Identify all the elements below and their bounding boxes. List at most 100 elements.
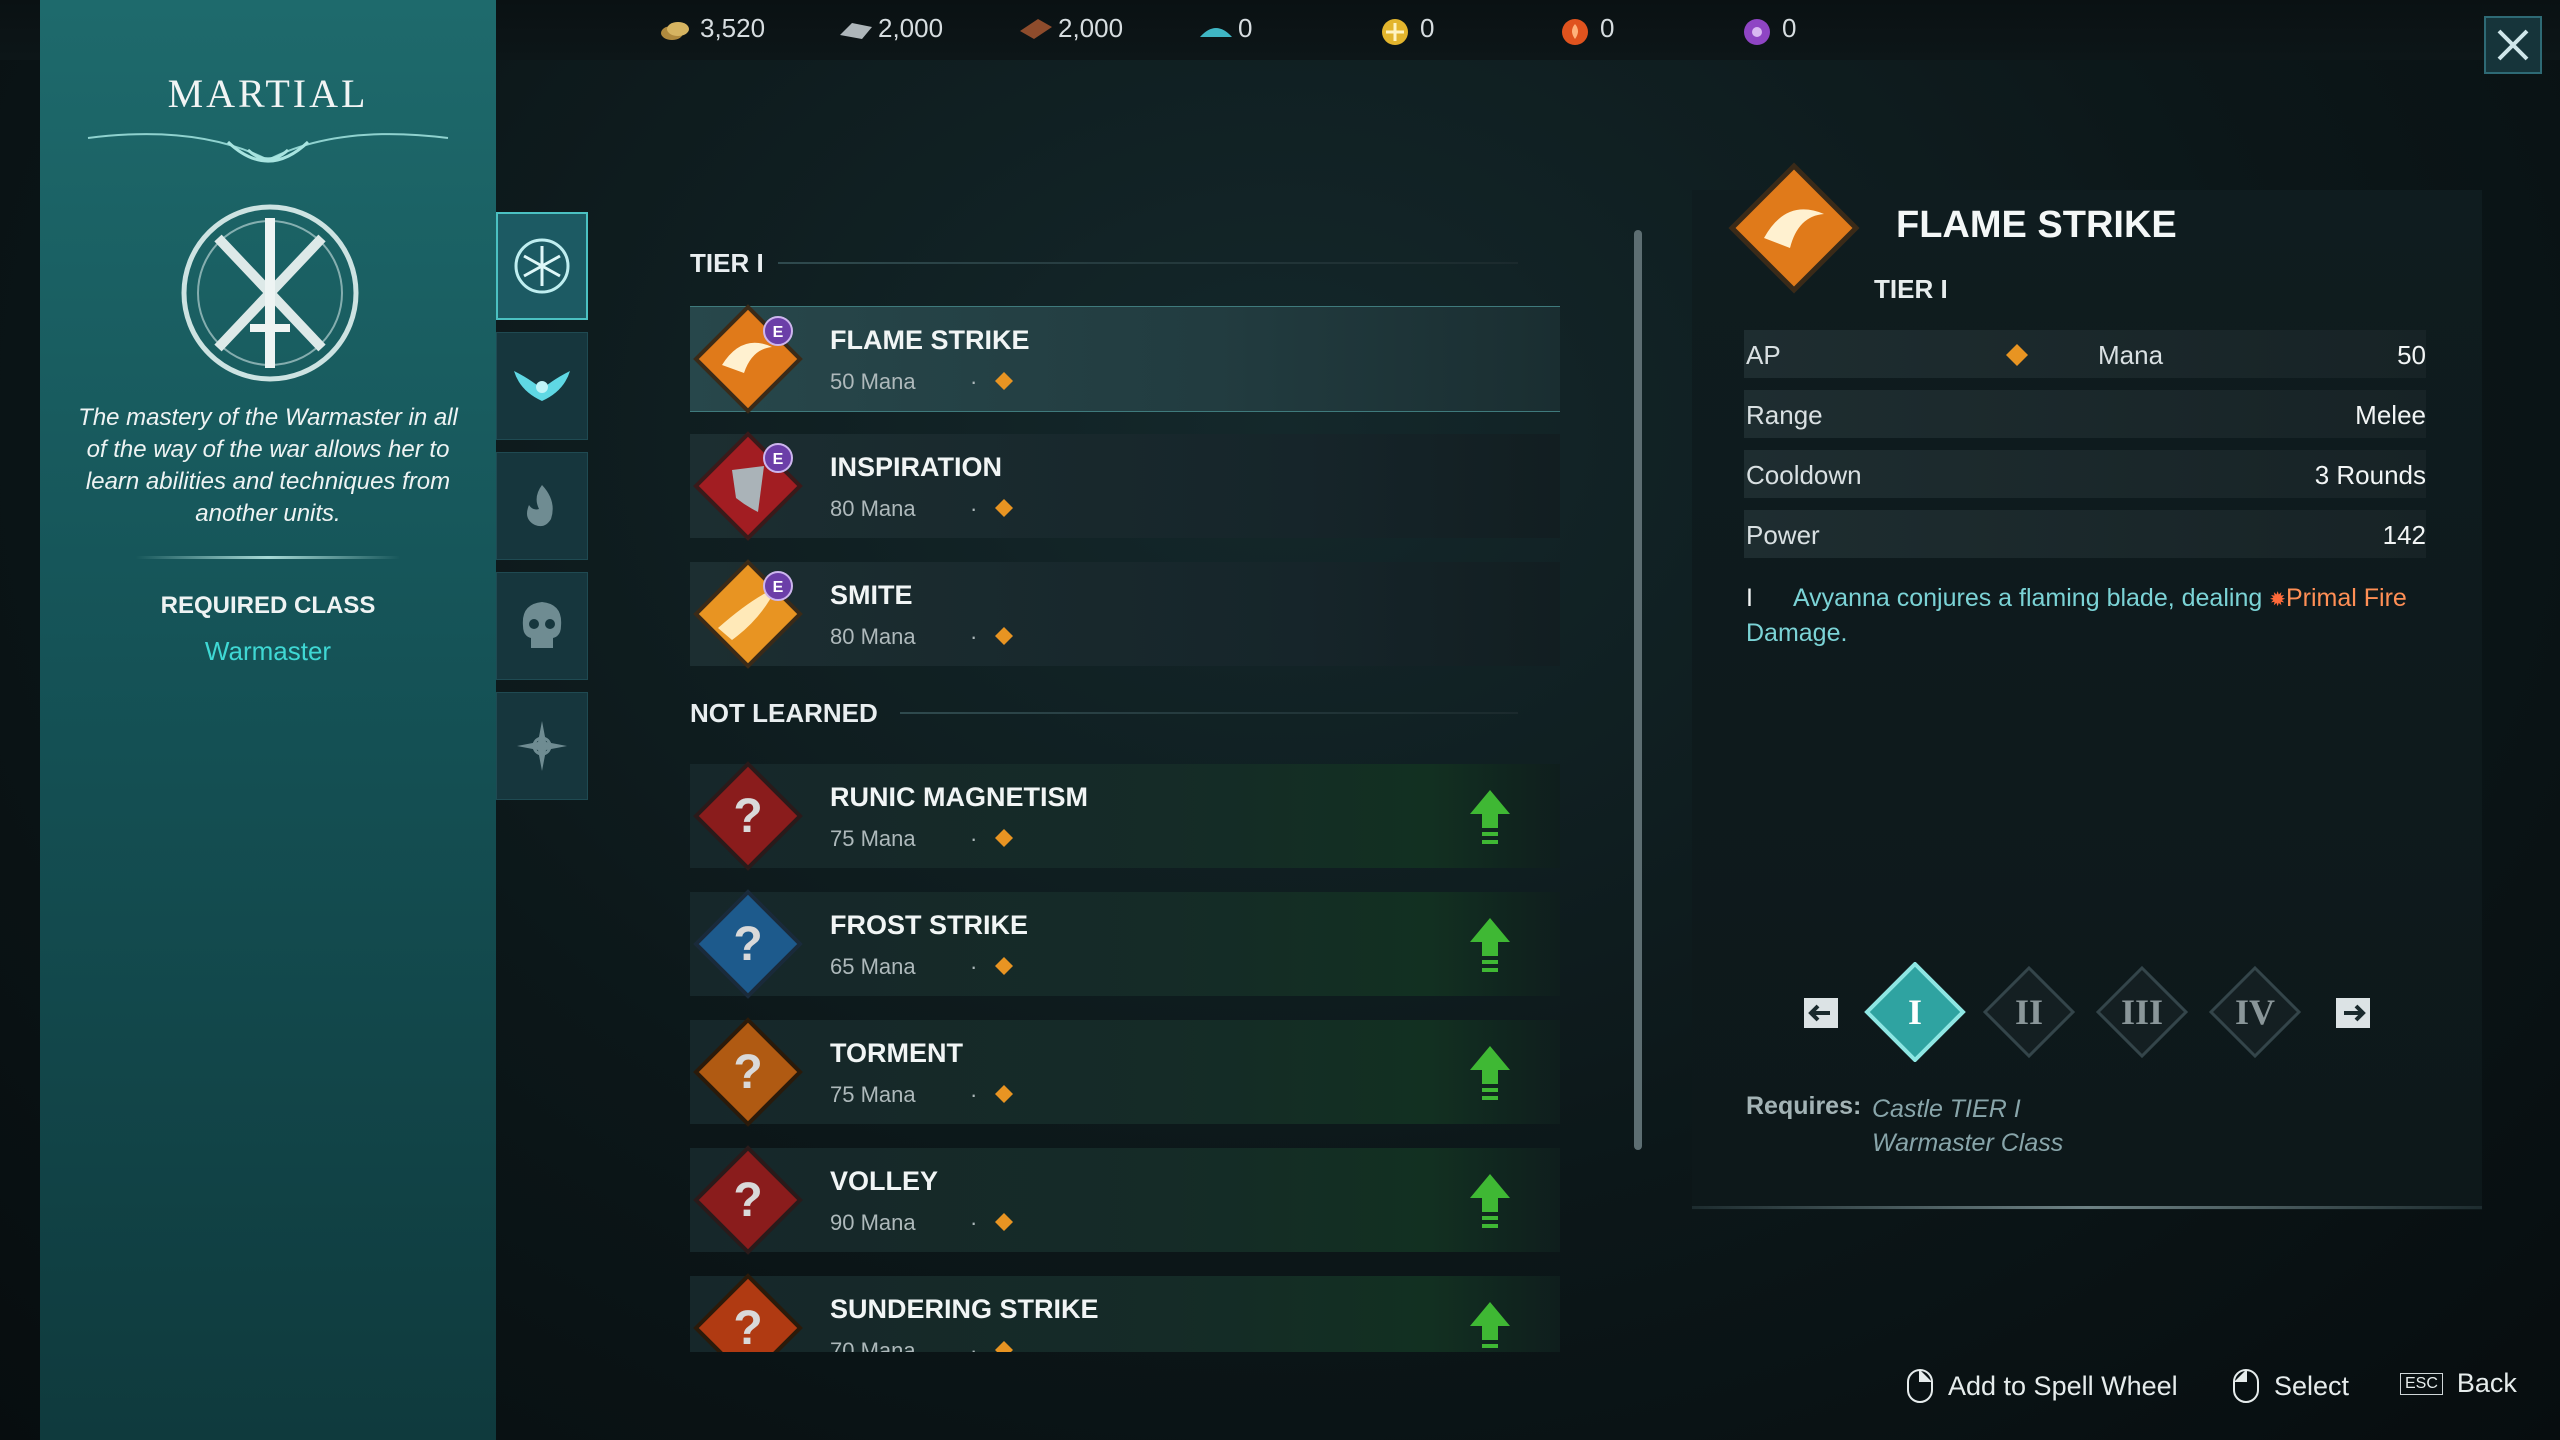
locked-spell-icon: ? — [693, 889, 803, 999]
star-burst-icon — [517, 721, 567, 771]
equipped-badge: E — [773, 324, 784, 341]
action-point-icon — [995, 499, 1013, 517]
separator-dot: · — [970, 1082, 978, 1107]
separator-dot: · — [970, 496, 978, 521]
spell-name: FROST STRIKE — [830, 910, 1029, 940]
school-panel: MARTIAL The mastery of the Warmaster in … — [40, 0, 496, 1440]
spell-mana: 65 Mana — [830, 954, 916, 979]
description-marker: I — [1746, 584, 1753, 612]
stat-row-cooldown: Cooldown 3 Rounds — [1744, 450, 2426, 498]
hint-label: Select — [2274, 1370, 2350, 1401]
tier-button-iii[interactable]: III — [2095, 965, 2189, 1059]
flame-icon — [527, 485, 553, 527]
tab-death[interactable] — [496, 572, 588, 680]
hint-add-to-spell-wheel[interactable]: Add to Spell Wheel — [1906, 1368, 2178, 1404]
stat-row-power: Power 142 — [1744, 510, 2426, 558]
spell-mana: 80 Mana — [830, 624, 916, 649]
tier-button-ii[interactable]: II — [1982, 965, 2076, 1059]
section-not-learned-label: NOT LEARNED — [690, 698, 878, 728]
snowflake-icon — [514, 238, 570, 294]
currency-gold: 3,520 — [660, 10, 765, 46]
spell-detail-tier: TIER I — [1874, 274, 1948, 304]
separator-dot: · — [970, 624, 978, 649]
separator-dot: · — [970, 1210, 978, 1235]
currency-void-value: 0 — [1782, 12, 1797, 43]
tier-button-i[interactable]: I — [1864, 962, 1966, 1062]
svg-text:?: ? — [733, 1046, 762, 1099]
currency-wood: 2,000 — [1018, 10, 1123, 46]
locked-spell-icon: ? — [693, 1145, 803, 1255]
school-description: The mastery of the Warmaster in all of t… — [78, 404, 458, 527]
currency-holy-value: 0 — [1420, 12, 1435, 43]
spell-row-runic-magnetism[interactable]: ? RUNIC MAGNETISM 75 Mana · — [690, 761, 1560, 871]
spell-row-inspiration[interactable]: E INSPIRATION 80 Mana · — [690, 431, 1560, 541]
tab-arcane[interactable] — [496, 692, 588, 800]
section-tier-label: TIER I — [690, 248, 764, 278]
spell-row-sundering-strike[interactable]: ? SUNDERING STRIKE 70 Mana · — [690, 1273, 1560, 1352]
spell-name: VOLLEY — [830, 1166, 939, 1196]
svg-text:?: ? — [733, 1174, 762, 1227]
hint-back[interactable]: ESC Back — [2400, 1368, 2517, 1399]
currency-gold-value: 3,520 — [700, 12, 766, 43]
action-point-icon — [995, 627, 1013, 645]
mouse-left-icon — [2233, 1369, 2259, 1403]
power-label: Power — [1746, 520, 1820, 550]
tab-divine[interactable] — [496, 332, 588, 440]
stat-row-range: Range Melee — [1744, 390, 2426, 438]
tab-frost[interactable] — [496, 212, 588, 320]
tab-fire[interactable] — [496, 452, 588, 560]
action-point-icon — [995, 957, 1013, 975]
upgrade-arrow-icon[interactable] — [1470, 1046, 1510, 1102]
upgrade-arrow-icon[interactable] — [1470, 790, 1510, 846]
locked-spell-icon: ? — [693, 761, 803, 871]
locked-spell-icon: ? — [693, 1273, 803, 1352]
tier-button-iv[interactable]: IV — [2208, 965, 2302, 1059]
prev-tier-button[interactable] — [1804, 998, 1838, 1028]
spell-name: RUNIC MAGNETISM — [830, 782, 1088, 812]
close-button[interactable] — [2484, 16, 2542, 74]
spell-row-frost-strike[interactable]: ? FROST STRIKE 65 Mana · — [690, 889, 1560, 999]
void-essence-icon — [1742, 17, 1772, 45]
tier-label: IV — [2235, 992, 2275, 1032]
spell-row-volley[interactable]: ? VOLLEY 90 Mana · — [690, 1145, 1560, 1255]
action-point-icon — [995, 1341, 1013, 1352]
inspiration-icon: E — [693, 431, 803, 541]
martial-emblem-icon — [181, 204, 359, 382]
currency-void: 0 — [1742, 10, 1796, 46]
ornament-divider-icon — [87, 133, 449, 163]
upgrade-arrow-icon[interactable] — [1470, 918, 1510, 974]
requires-line-1: Castle TIER I — [1872, 1095, 2021, 1123]
required-class-label: REQUIRED CLASS — [160, 592, 376, 619]
upgrade-arrow-icon[interactable] — [1470, 1302, 1510, 1352]
mana-value: 50 — [2397, 340, 2426, 370]
spell-list: TIER I E FLAME STRIKE 50 Mana · E INSPIR… — [648, 222, 1628, 1352]
action-point-icon — [995, 829, 1013, 847]
spell-detail-title: FLAME STRIKE — [1896, 204, 2177, 246]
action-point-icon — [2006, 344, 2028, 366]
scrollbar-thumb[interactable] — [1634, 230, 1642, 1150]
tier-selector: I II III IV — [1804, 962, 2370, 1062]
winged-emblem-icon — [514, 371, 570, 401]
stone-icon — [838, 17, 872, 39]
spell-row-torment[interactable]: ? TORMENT 75 Mana · — [690, 1017, 1560, 1127]
skull-icon — [522, 602, 562, 648]
crystal-icon — [1198, 17, 1232, 39]
spell-row-smite[interactable]: E SMITE 80 Mana · — [690, 559, 1560, 669]
action-point-icon — [995, 1085, 1013, 1103]
upgrade-arrow-icon[interactable] — [1470, 1174, 1510, 1230]
fire-essence-icon — [1560, 17, 1590, 45]
spell-mana: 70 Mana — [830, 1338, 916, 1352]
requires-label: Requires: — [1746, 1092, 1862, 1120]
spell-mana: 75 Mana — [830, 826, 916, 851]
next-tier-button[interactable] — [2336, 998, 2370, 1028]
currency-crystal: 0 — [1198, 10, 1252, 46]
range-value: Melee — [2355, 400, 2426, 430]
currency-stone-value: 2,000 — [878, 12, 944, 43]
requires-values: Castle TIER I Warmaster Class — [1872, 1092, 2063, 1160]
spell-row-flame-strike[interactable]: E FLAME STRIKE 50 Mana · — [690, 304, 1560, 414]
required-class-value: Warmaster — [204, 636, 332, 666]
spell-list-scrollbar[interactable] — [1634, 230, 1642, 1150]
tier-label: III — [2121, 992, 2163, 1032]
hint-select[interactable]: Select — [2232, 1368, 2349, 1404]
mouse-right-icon — [1907, 1369, 1933, 1403]
